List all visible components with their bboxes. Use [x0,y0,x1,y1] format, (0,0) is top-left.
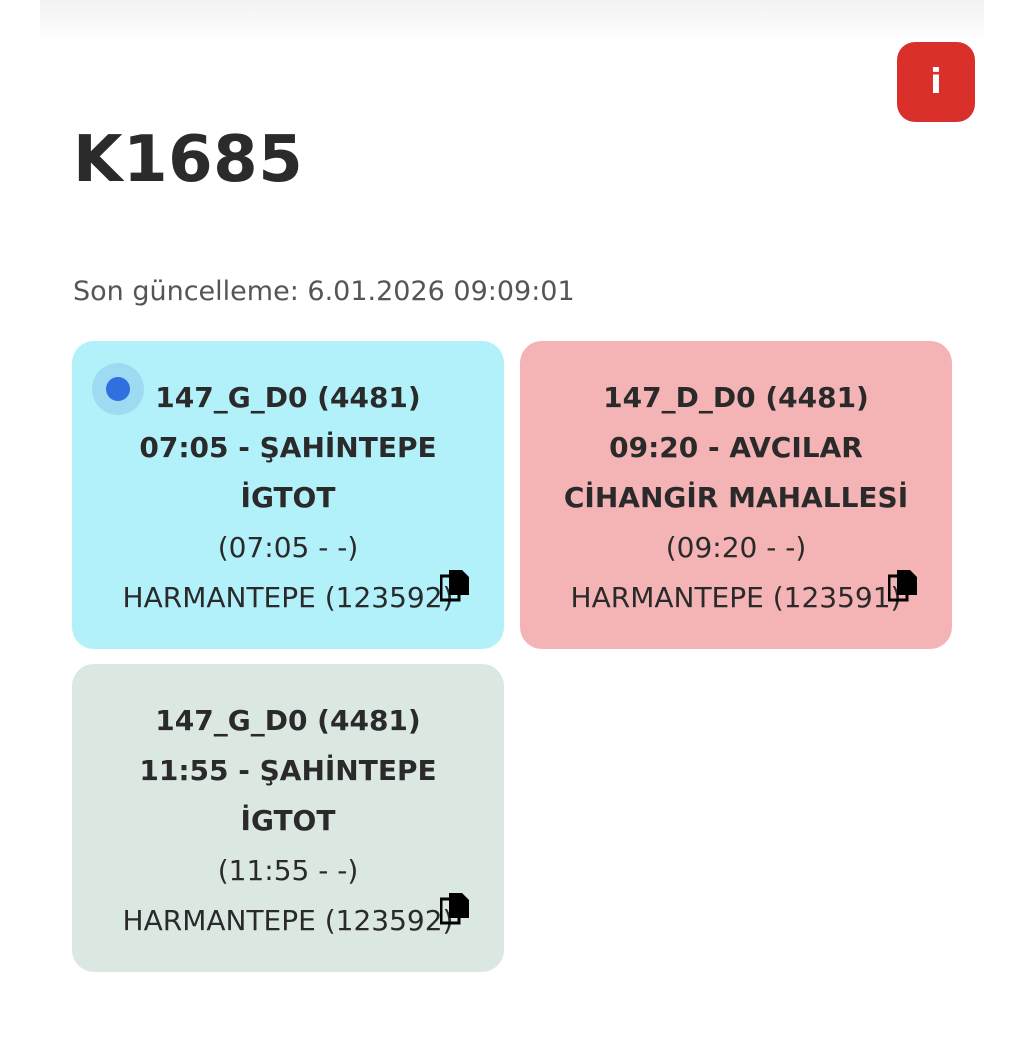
trip-code: 147_G_D0 (4481) [155,704,421,737]
trip-card-3[interactable]: 147_G_D0 (4481) 11:55 - ŞAHİNTEPE İGTOT … [72,664,504,972]
copy-icon[interactable] [888,569,918,603]
trip-card-2[interactable]: 147_D_D0 (4481) 09:20 - AVCILAR CİHANGİR… [520,341,952,649]
live-indicator-icon [92,363,144,415]
trip-times: (11:55 - -) [217,854,359,887]
trip-code: 147_D_D0 (4481) [603,381,869,414]
page: i K1685 Son güncelleme: 6.01.2026 09:09:… [0,0,1024,1060]
top-bar-shadow [40,0,984,44]
last-update: Son güncelleme: 6.01.2026 09:09:01 [73,274,575,310]
last-update-label: Son güncelleme: [73,276,299,307]
trip-times: (09:20 - -) [665,531,807,564]
trip-times: (07:05 - -) [217,531,359,564]
trip-departure: 09:20 - AVCILAR CİHANGİR MAHALLESİ [563,431,909,514]
info-button[interactable]: i [897,42,975,122]
copy-icon[interactable] [440,892,470,926]
trip-departure: 11:55 - ŞAHİNTEPE İGTOT [139,754,437,837]
trip-card-1[interactable]: 147_G_D0 (4481) 07:05 - ŞAHİNTEPE İGTOT … [72,341,504,649]
copy-icon[interactable] [440,569,470,603]
trip-departure: 07:05 - ŞAHİNTEPE İGTOT [139,431,437,514]
last-update-value: 6.01.2026 09:09:01 [307,276,575,307]
page-title: K1685 [73,123,304,197]
